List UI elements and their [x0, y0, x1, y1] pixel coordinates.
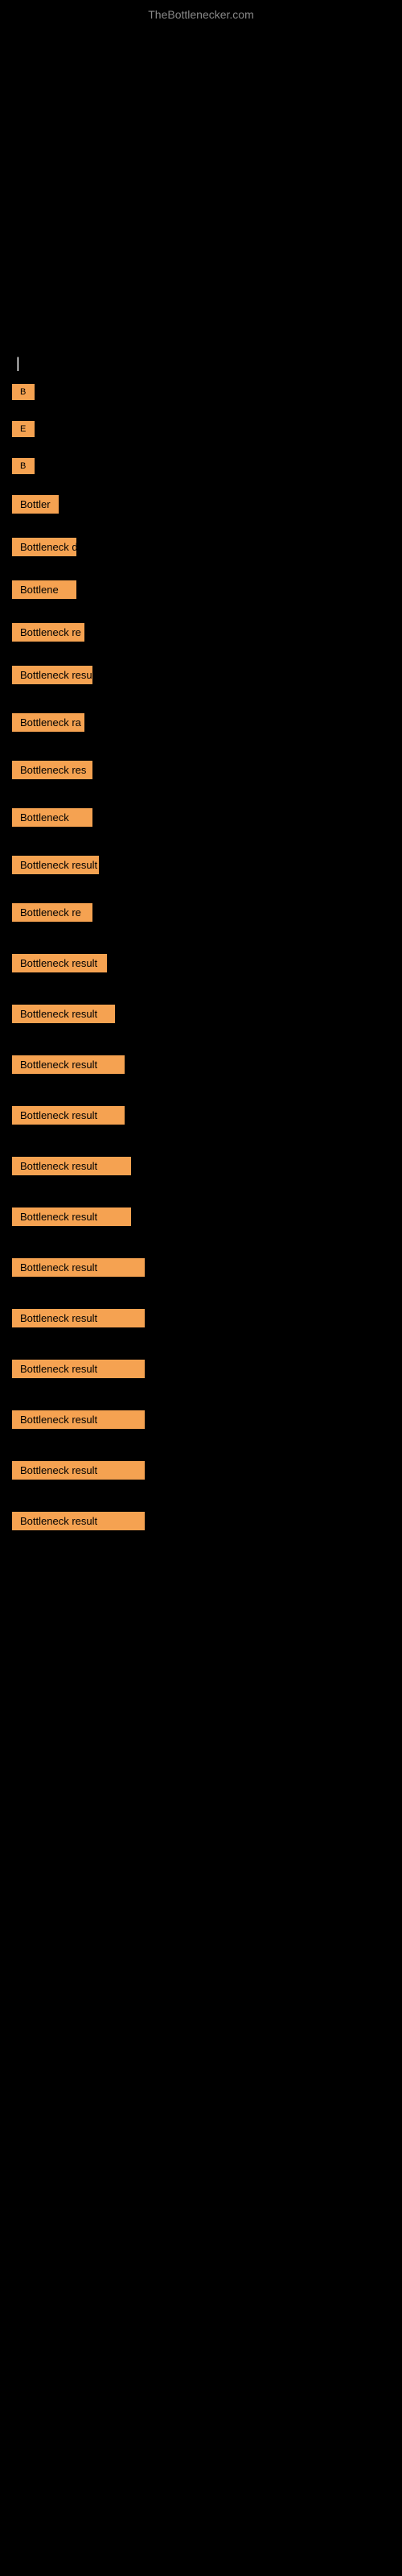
section-label: |	[12, 355, 390, 372]
bottleneck-badge[interactable]: B	[12, 458, 35, 474]
bottleneck-badge[interactable]: Bottleneck result	[12, 1512, 145, 1530]
bottleneck-badge[interactable]: Bottleneck result	[12, 1410, 145, 1429]
bottleneck-badge[interactable]: Bottleneck result	[12, 1360, 145, 1378]
bottleneck-badge[interactable]: Bottleneck result	[12, 1157, 131, 1175]
bottleneck-badge[interactable]: Bottleneck d	[12, 538, 76, 556]
main-content: | B E B Bottler Bottleneck d Bottlene Bottlene…	[0, 25, 402, 1571]
list-item: B	[12, 384, 390, 400]
list-item: B	[12, 458, 390, 474]
bottleneck-badge[interactable]: Bottleneck result	[12, 1106, 125, 1125]
bottleneck-badge[interactable]: Bottleneck result	[12, 1208, 131, 1226]
list-item: Bottleneck	[12, 808, 390, 827]
bottleneck-badge[interactable]: B	[12, 384, 35, 400]
list-item: Bottleneck result	[12, 856, 390, 874]
bottleneck-badge[interactable]: Bottleneck result	[12, 1309, 145, 1327]
list-item: Bottleneck result	[12, 1309, 390, 1327]
list-item: Bottleneck d	[12, 538, 390, 556]
list-item: Bottleneck result	[12, 1005, 390, 1023]
list-item: E	[12, 421, 390, 437]
list-item: Bottleneck result	[12, 954, 390, 972]
list-item: Bottleneck result	[12, 1410, 390, 1429]
list-item: Bottleneck result	[12, 1157, 390, 1175]
list-item: Bottleneck res	[12, 761, 390, 779]
bottleneck-badge[interactable]: Bottleneck result	[12, 856, 99, 874]
bottleneck-badge[interactable]: Bottlene	[12, 580, 76, 599]
list-item: Bottleneck result	[12, 1258, 390, 1277]
bottleneck-badge[interactable]: E	[12, 421, 35, 437]
bottleneck-badge[interactable]: Bottleneck resul	[12, 666, 92, 684]
list-item: Bottleneck ra	[12, 713, 390, 732]
bottleneck-badge[interactable]: Bottleneck re	[12, 903, 92, 922]
bottleneck-badge[interactable]: Bottleneck ra	[12, 713, 84, 732]
bottleneck-badge[interactable]: Bottleneck res	[12, 761, 92, 779]
bottleneck-badge[interactable]: Bottleneck	[12, 808, 92, 827]
site-title: TheBottlenecker.com	[0, 0, 402, 25]
bottleneck-badge[interactable]: Bottleneck result	[12, 1005, 115, 1023]
list-item: Bottler	[12, 495, 390, 514]
list-item: Bottlene	[12, 580, 390, 599]
bottleneck-badge[interactable]: Bottleneck result	[12, 1055, 125, 1074]
bottleneck-badge[interactable]: Bottleneck result	[12, 954, 107, 972]
bottleneck-badge[interactable]: Bottleneck result	[12, 1258, 145, 1277]
list-item: Bottleneck re	[12, 903, 390, 922]
list-item: Bottleneck result	[12, 1055, 390, 1074]
bottleneck-badge[interactable]: Bottleneck result	[12, 1461, 145, 1480]
list-item: Bottleneck result	[12, 1461, 390, 1480]
bottleneck-badge[interactable]: Bottleneck re	[12, 623, 84, 642]
list-item: Bottleneck result	[12, 1106, 390, 1125]
list-item: Bottleneck result	[12, 1360, 390, 1378]
list-item: Bottleneck re	[12, 623, 390, 642]
bottleneck-list: B E B Bottler Bottleneck d Bottlene Bottleneck…	[12, 384, 390, 1563]
list-item: Bottleneck resul	[12, 666, 390, 684]
list-item: Bottleneck result	[12, 1512, 390, 1530]
list-item: Bottleneck result	[12, 1208, 390, 1226]
bottleneck-badge[interactable]: Bottler	[12, 495, 59, 514]
